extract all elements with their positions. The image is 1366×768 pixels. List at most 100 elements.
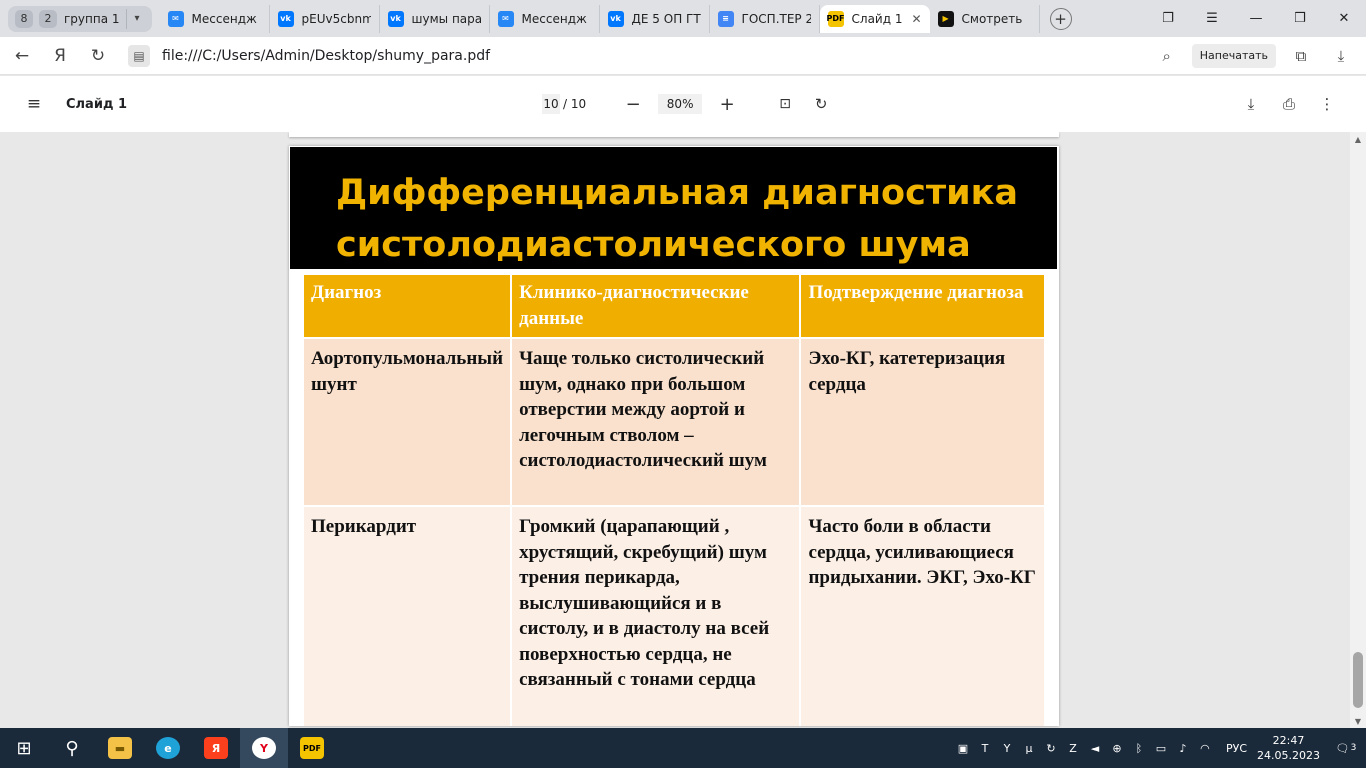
- messenger-icon: ✉: [497, 10, 514, 27]
- diagnosis-table: Диагноз Клинико-диагностические данные П…: [301, 273, 1046, 726]
- volume-icon[interactable]: ♪: [1172, 742, 1194, 755]
- column-header: Диагноз: [301, 273, 513, 339]
- tab-vk-1[interactable]: vk pEUv5cbnm: [270, 4, 380, 33]
- window-close-icon[interactable]: ✕: [1322, 11, 1366, 26]
- utorrent-icon[interactable]: μ: [1018, 742, 1040, 755]
- table-cell: Чаще только систолический шум, однако пр…: [510, 337, 802, 507]
- document-title: Слайд 1: [66, 96, 128, 112]
- vk-icon: vk: [607, 10, 624, 27]
- download-icon[interactable]: ⤓: [1232, 95, 1270, 113]
- scroll-down-icon[interactable]: ▼: [1350, 714, 1366, 728]
- wifi-icon[interactable]: ◠: [1194, 742, 1216, 755]
- notifications-icon[interactable]: 🗨 3: [1334, 737, 1358, 759]
- tab-video[interactable]: ▶ Смотреть: [930, 4, 1040, 33]
- zoom-in-icon[interactable]: +: [714, 91, 740, 117]
- table-row: Перикардит Громкий (царапающий , хрустящ…: [301, 505, 1046, 726]
- bookmark-panel-icon[interactable]: ❐: [1146, 11, 1190, 26]
- scroll-thumb[interactable]: [1353, 652, 1363, 708]
- file-icon[interactable]: ▤: [128, 44, 150, 67]
- pdf-viewport[interactable]: Дифференциальная диагностика систолодиас…: [0, 132, 1366, 728]
- table-cell: Громкий (царапающий , хрустящий, скребущ…: [510, 505, 802, 726]
- yandex-browser-icon[interactable]: Y: [240, 728, 288, 768]
- group-count-badge: 2: [39, 9, 57, 28]
- reload-icon[interactable]: ↻: [82, 40, 114, 72]
- group-name: группа 1: [64, 11, 120, 26]
- vertical-scrollbar[interactable]: ▲ ▼: [1350, 132, 1366, 728]
- minimize-icon[interactable]: —: [1234, 11, 1278, 26]
- url-field[interactable]: file:///C:/Users/Admin/Desktop/shumy_par…: [162, 48, 1152, 64]
- table-cell: Эхо-КГ, катетеризация сердца: [799, 337, 1046, 507]
- zoom-out-icon[interactable]: −: [620, 91, 646, 117]
- table-cell: Часто боли в области сердца, усиливающие…: [799, 505, 1046, 726]
- windows-taskbar: ⊞ ⚲ ▬ e Я Y PDF ▣ T Y μ ↻ Z ◄ ⊕ ᛒ ▭ ♪ ◠ …: [0, 728, 1366, 768]
- network-tool-icon[interactable]: ⊕: [1106, 742, 1128, 755]
- yandex-logo-icon[interactable]: Я: [44, 40, 76, 72]
- zoom-app-icon[interactable]: Z: [1062, 742, 1084, 755]
- tab-count-badge[interactable]: 8: [15, 9, 33, 28]
- rotate-icon[interactable]: ↻: [808, 91, 834, 117]
- scroll-up-icon[interactable]: ▲: [1350, 132, 1366, 146]
- hamburger-menu-icon[interactable]: ≡: [14, 84, 54, 124]
- file-explorer-icon[interactable]: ▬: [96, 728, 144, 768]
- chevron-down-icon[interactable]: ▾: [125, 8, 148, 29]
- clock[interactable]: 22:47 24.05.2023: [1257, 733, 1320, 763]
- teams-icon[interactable]: T: [974, 742, 996, 755]
- restore-icon[interactable]: ❒: [1278, 11, 1322, 26]
- search-icon[interactable]: ⌕: [1152, 41, 1182, 71]
- tray-app-icon[interactable]: ▣: [952, 742, 974, 755]
- tab-docs[interactable]: ≡ ГОСП.ТЕР 2: [710, 4, 820, 33]
- zoom-level[interactable]: 80%: [658, 94, 703, 114]
- table-cell: Перикардит: [301, 505, 513, 726]
- search-icon[interactable]: ⚲: [48, 728, 96, 768]
- previous-page-edge: [289, 132, 1059, 137]
- column-header: Подтверждение диагноза: [799, 273, 1046, 339]
- pdf-icon: PDF: [827, 10, 845, 27]
- close-icon[interactable]: ✕: [911, 12, 921, 26]
- vk-icon: vk: [387, 10, 404, 27]
- clock-time: 22:47: [1272, 734, 1305, 747]
- tab-messenger-1[interactable]: ✉ Мессендж: [160, 4, 270, 33]
- new-tab-button[interactable]: +: [1049, 7, 1072, 30]
- print-icon[interactable]: ⎙: [1270, 95, 1308, 113]
- column-header: Клинико-диагностические данные: [510, 273, 802, 339]
- system-tray: ▣ T Y μ ↻ Z ◄ ⊕ ᛒ ▭ ♪ ◠ РУС 22:47 24.05.…: [952, 728, 1366, 768]
- play-icon: ▶: [937, 10, 954, 27]
- page-number-input[interactable]: [542, 94, 560, 114]
- edge-icon[interactable]: e: [144, 728, 192, 768]
- vk-icon: vk: [277, 10, 294, 27]
- clock-date: 24.05.2023: [1257, 749, 1320, 762]
- browser-menu-icon[interactable]: ☰: [1190, 11, 1234, 26]
- table-header-row: Диагноз Клинико-диагностические данные П…: [301, 273, 1046, 339]
- windows-start-icon[interactable]: ⊞: [0, 728, 48, 768]
- yandex-browser-tray-icon[interactable]: Y: [996, 742, 1018, 755]
- messenger-icon: ✉: [167, 10, 184, 27]
- page-total: / 10: [563, 97, 587, 111]
- yandex-icon[interactable]: Я: [192, 728, 240, 768]
- pdf-toolbar: ≡ Слайд 1 / 10 − 80% + ⊡ ↻ ⤓ ⎙ ⋮: [0, 76, 1366, 132]
- battery-icon[interactable]: ▭: [1150, 742, 1172, 755]
- tab-group[interactable]: 8 2 группа 1 ▾: [8, 5, 152, 32]
- notification-count: 3: [1350, 743, 1357, 753]
- tab-vk-2[interactable]: vk шумы пара: [380, 4, 490, 33]
- extensions-icon[interactable]: ⧉: [1286, 41, 1316, 71]
- print-page-button[interactable]: Напечатать: [1191, 43, 1276, 68]
- pdf-app-icon[interactable]: PDF: [288, 728, 336, 768]
- download-icon[interactable]: ⤓: [1326, 41, 1356, 71]
- docs-icon: ≡: [717, 10, 734, 27]
- address-bar: ← Я ↻ ▤ file:///C:/Users/Admin/Desktop/s…: [0, 37, 1366, 75]
- tab-active-pdf[interactable]: PDF Слайд 1 ✕: [819, 4, 930, 33]
- window-controls: ❐ ☰ — ❒ ✕: [1146, 0, 1366, 37]
- tab-messenger-2[interactable]: ✉ Мессендж: [490, 4, 600, 33]
- language-indicator[interactable]: РУС: [1226, 742, 1247, 755]
- tab-vk-3[interactable]: vk ДЕ 5 ОП ГТ: [600, 4, 710, 33]
- warning-icon[interactable]: ◄: [1084, 742, 1106, 755]
- pdf-right-tools: ⤓ ⎙ ⋮: [1232, 76, 1346, 132]
- slide-title: Дифференциальная диагностика систолодиас…: [336, 173, 1019, 265]
- bluetooth-icon[interactable]: ᛒ: [1128, 742, 1150, 755]
- back-arrow-icon[interactable]: ←: [6, 40, 38, 72]
- fit-page-icon[interactable]: ⊡: [772, 91, 798, 117]
- sync-icon[interactable]: ↻: [1040, 742, 1062, 755]
- more-options-icon[interactable]: ⋮: [1308, 95, 1346, 113]
- tab-strip: 8 2 группа 1 ▾ ✉ Мессендж vk pEUv5cbnm v…: [0, 0, 1366, 37]
- pdf-page-controls: / 10 − 80% + ⊡ ↻: [542, 76, 834, 132]
